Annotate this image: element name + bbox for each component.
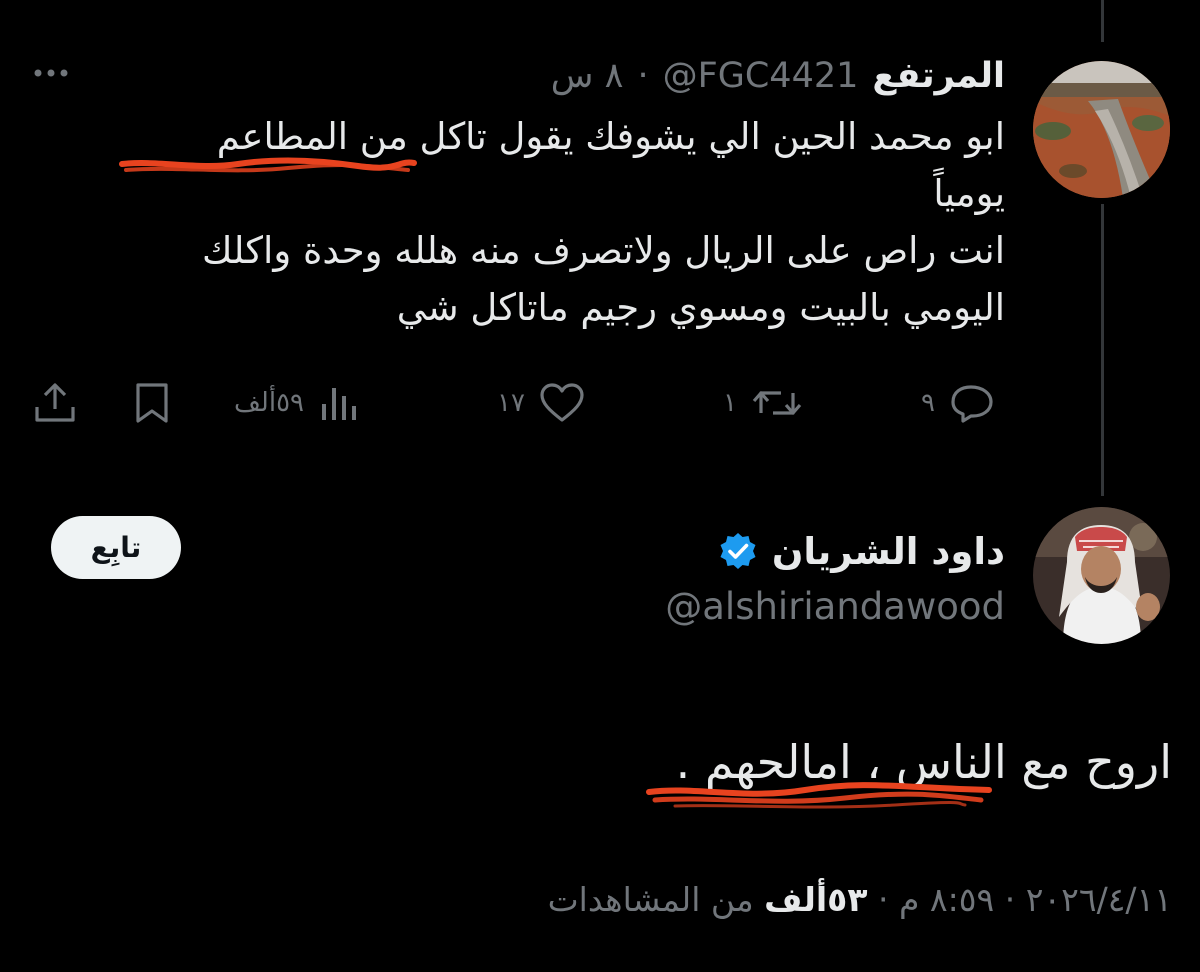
share-action[interactable] bbox=[33, 378, 77, 428]
thread-line-middle bbox=[1101, 204, 1104, 496]
parent-separator: · bbox=[637, 56, 649, 96]
tweet-meta: ٢٠٢٦/٤/١١ · ٨:٥٩ م · ٥٣ألف من المشاهدات bbox=[548, 880, 1172, 919]
reply-action[interactable]: ٩ bbox=[921, 378, 995, 428]
parent-display-name[interactable]: المرتفع bbox=[872, 56, 1005, 96]
parent-text-line: انت راص على الريال ولاتصرف منه هلله وحدة… bbox=[202, 229, 1005, 272]
thread-line-top bbox=[1101, 0, 1104, 42]
author-name-row: داود الشريان bbox=[718, 525, 1005, 577]
views-icon bbox=[322, 388, 356, 420]
author-handle[interactable]: @alshiriandawood bbox=[665, 585, 1005, 628]
like-count: ١٧ bbox=[497, 388, 525, 418]
views-count-total[interactable]: ٥٣ألف bbox=[764, 880, 867, 919]
parent-text-line: اليومي بالبيت ومسوي رجيم ماتاكل شي bbox=[396, 286, 1005, 329]
retweet-count: ١ bbox=[723, 388, 737, 418]
retweet-icon bbox=[752, 391, 802, 415]
author-avatar[interactable] bbox=[1033, 507, 1170, 644]
parent-avatar[interactable] bbox=[1033, 61, 1170, 198]
bookmark-icon bbox=[136, 383, 168, 423]
more-icon[interactable] bbox=[30, 58, 80, 88]
tweet-date[interactable]: ٢٠٢٦/٤/١١ bbox=[1026, 880, 1172, 919]
main-tweet-text: اروح مع الناس ، امالحهم . bbox=[675, 735, 1172, 789]
views-label: من المشاهدات bbox=[547, 880, 754, 919]
tweet-time[interactable]: ٨:٥٩ م bbox=[899, 880, 994, 919]
bookmark-action[interactable] bbox=[132, 378, 172, 428]
like-action[interactable]: ١٧ bbox=[497, 378, 585, 428]
parent-handle[interactable]: @FGC4421 bbox=[663, 56, 859, 96]
verified-badge-icon bbox=[720, 533, 756, 569]
meta-separator: · bbox=[1004, 880, 1016, 919]
views-action[interactable]: ٥٩ألف bbox=[234, 378, 360, 428]
meta-separator: · bbox=[877, 880, 889, 919]
author-display-name[interactable]: داود الشريان bbox=[772, 530, 1005, 573]
parent-time[interactable]: ٨ س bbox=[551, 56, 624, 96]
reply-icon bbox=[951, 385, 993, 423]
follow-button[interactable]: تابِع bbox=[51, 516, 181, 579]
parent-tweet-text: ابو محمد الحين الي يشوفك يقول تاكل من ال… bbox=[65, 108, 1005, 336]
reply-count: ٩ bbox=[921, 388, 935, 418]
share-icon bbox=[35, 383, 75, 422]
parent-text-line: ابو محمد الحين الي يشوفك يقول تاكل من ال… bbox=[216, 115, 1005, 158]
parent-tweet-header: المرتفع @FGC4421 · ٨ س bbox=[551, 52, 1005, 100]
views-count: ٥٩ألف bbox=[234, 388, 304, 418]
like-icon bbox=[540, 383, 584, 422]
retweet-action[interactable]: ١ bbox=[723, 378, 803, 428]
parent-text-line: يومياً bbox=[933, 172, 1005, 215]
